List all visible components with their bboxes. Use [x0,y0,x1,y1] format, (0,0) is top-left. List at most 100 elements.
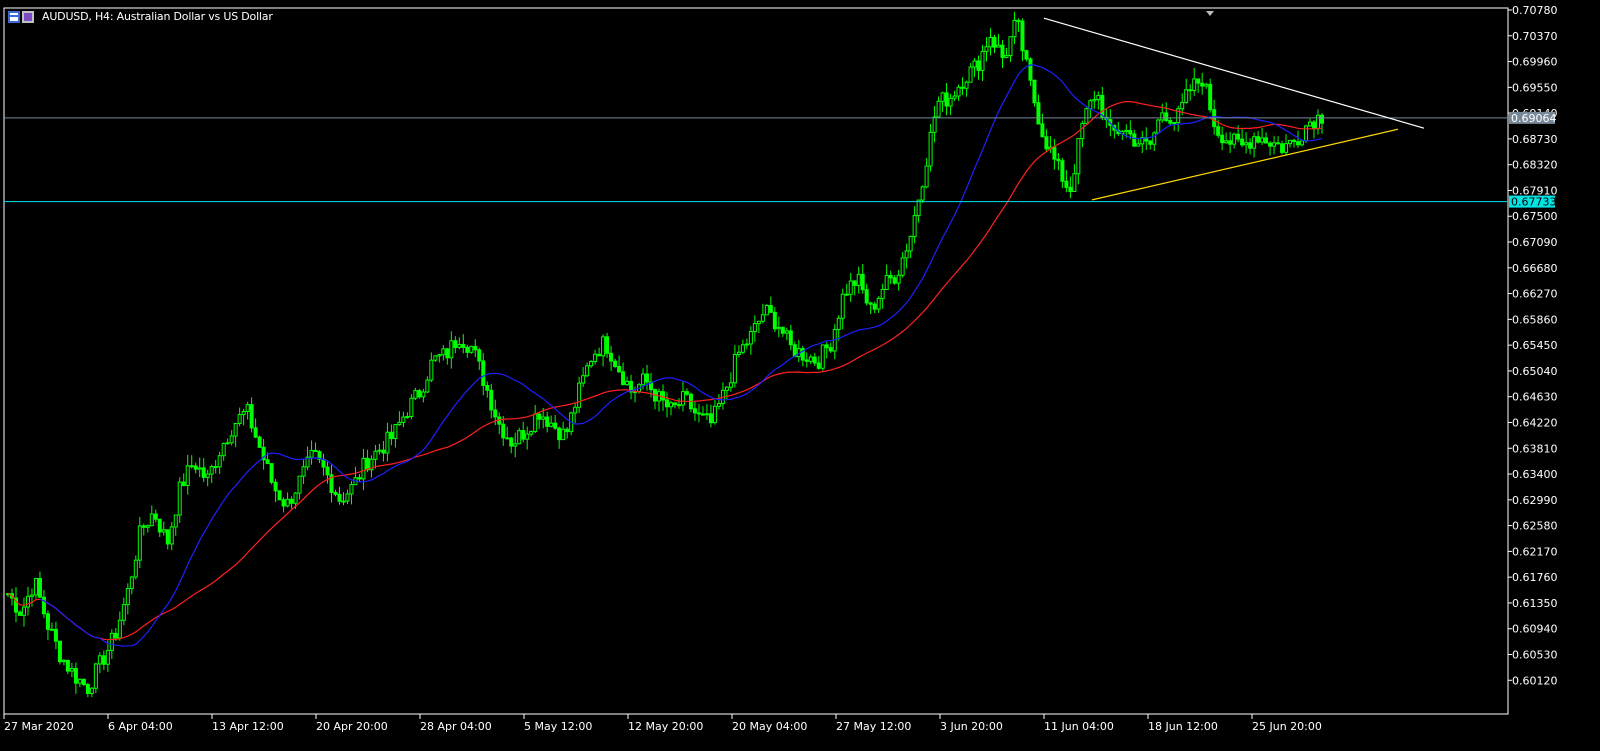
candle-body [1284,143,1289,153]
candle-body [197,467,202,470]
candle-body [265,459,270,465]
y-tick-label: 0.63810 [1512,442,1558,455]
candle-body [672,402,677,406]
candle-body [537,413,542,420]
y-tick-label: 0.64220 [1512,416,1558,429]
candle-body [297,475,302,494]
candle-body [808,356,813,362]
candle-body [405,416,410,419]
candle-body [680,391,685,406]
candle-body [1064,180,1069,188]
candle-body [932,116,937,133]
candle-body [756,320,761,325]
candle-body [1000,44,1005,58]
candle-body [1080,122,1085,140]
candle-body [509,437,514,447]
candle-body [101,655,106,665]
candle-body [489,389,494,411]
candle-body [1172,122,1177,125]
candle-body [65,659,70,672]
candle-body [229,435,234,444]
y-tick-label: 0.65860 [1512,313,1558,326]
candle-body [341,500,346,503]
candle-body [73,668,78,684]
candle-body [908,236,913,252]
candle-body [804,359,809,362]
candle-body [1236,133,1241,140]
candle-body [577,382,582,408]
candle-body [668,402,673,408]
candle-body [529,431,534,435]
candle-body [473,345,478,351]
candle-body [257,436,262,448]
candle-body [876,297,881,310]
candle-body [17,611,22,616]
candle-body [1032,79,1037,104]
candle-body [736,351,741,355]
candle-body [1244,142,1249,146]
candle-body [117,619,122,639]
candle-body [361,457,366,480]
candle-body [924,165,929,188]
candle-body [676,404,681,407]
x-tick-label: 25 Jun 20:00 [1252,720,1322,733]
candle-body [772,311,777,330]
candle-body [333,491,338,495]
candle-body [625,380,630,386]
candle-body [561,428,566,441]
candle-body [752,323,757,333]
y-tick-label: 0.69550 [1512,81,1558,94]
candle-body [325,466,330,476]
candle-body [768,305,773,313]
candle-body [864,289,869,304]
candle-body [748,331,753,345]
candle-body [181,481,186,487]
candle-body [984,46,989,52]
candle-body [193,465,198,470]
candle-body [1028,58,1033,81]
price-chart[interactable]: 0.707800.703700.699600.695500.691400.687… [0,0,1600,751]
candle-body [936,100,941,118]
y-tick-label: 0.61350 [1512,597,1558,610]
candle-body [848,280,853,295]
candle-body [401,416,406,423]
y-tick-label: 0.66270 [1512,288,1558,301]
candle-body [557,427,562,441]
candle-body [1292,139,1297,143]
x-tick-label: 6 Apr 04:00 [108,720,173,733]
candle-body [217,455,222,468]
y-tick-label: 0.69960 [1512,56,1558,69]
x-tick-label: 11 Jun 04:00 [1044,720,1114,733]
candle-body [1240,138,1245,146]
candle-body [309,449,314,458]
candle-body [81,678,86,686]
candle-body [1304,125,1309,142]
candle-body [1132,133,1137,147]
candle-body [784,330,789,334]
candle-body [93,663,98,689]
candle-body [49,628,54,631]
candle-body [77,678,82,684]
candle-body [237,414,242,424]
candle-body [357,477,362,480]
candle-body [708,413,713,424]
candle-body [593,353,598,362]
candle-body [501,423,506,439]
candle-body [880,288,885,299]
candle-body [201,467,206,478]
candle-body [940,92,945,102]
candle-body [1060,160,1065,182]
candle-body [732,353,737,384]
candle-body [1180,101,1185,110]
candle-body [273,481,278,492]
candle-body [149,513,154,527]
candle-body [964,81,969,89]
candle-body [1320,114,1324,124]
candle-body [1068,186,1073,193]
candle-body [53,628,58,642]
candle-body [1204,83,1209,87]
candle-body [724,386,729,391]
candle-body [712,405,717,424]
x-tick-label: 13 Apr 12:00 [212,720,284,733]
candle-body [900,257,905,276]
